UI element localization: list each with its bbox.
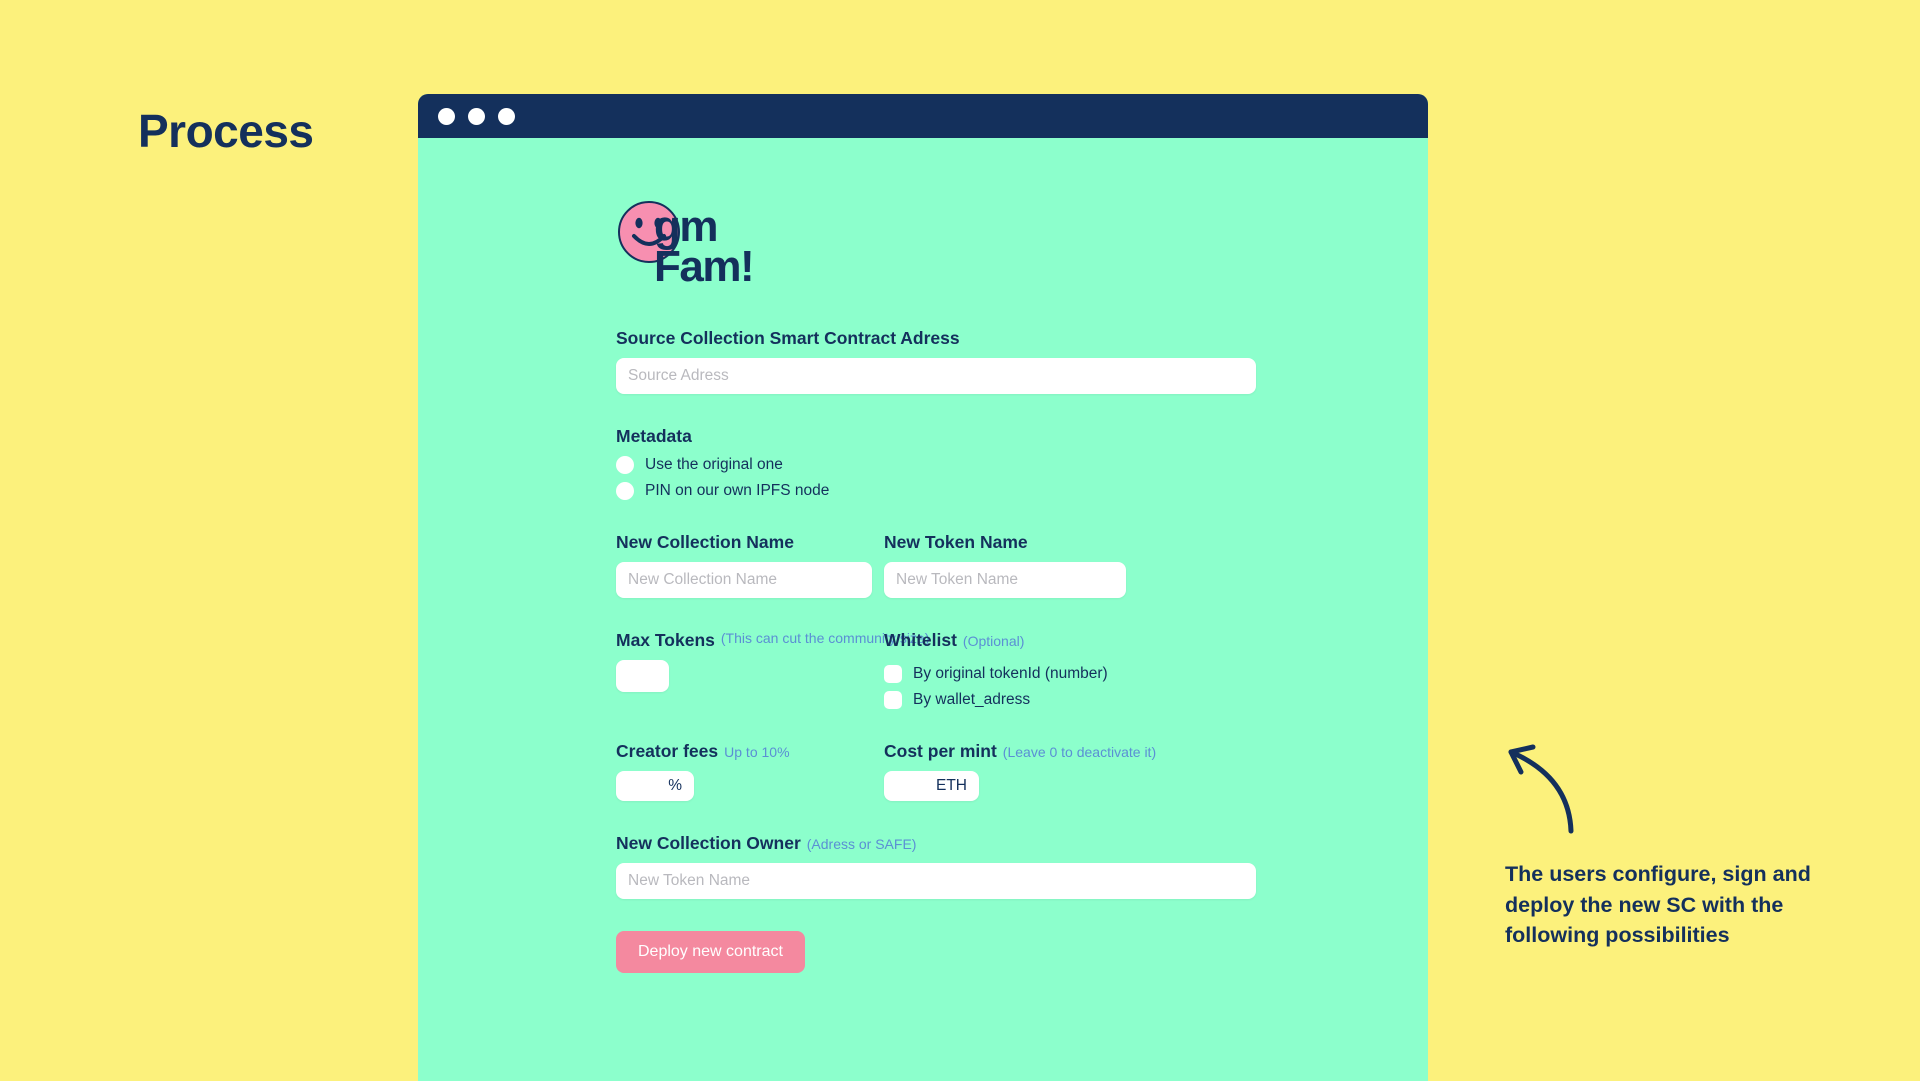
creator-fees-input[interactable]: % <box>616 771 694 801</box>
new-collection-name-input[interactable] <box>616 562 872 598</box>
app-logo[interactable]: gm Fam! <box>618 201 868 306</box>
creator-fees-hint: Up to 10% <box>724 744 790 760</box>
max-tokens-input[interactable] <box>616 660 669 692</box>
metadata-group: Metadata Use the original one PIN on our… <box>616 426 1256 500</box>
whitelist-option-tokenid[interactable]: By original tokenId (number) <box>884 665 1126 683</box>
metadata-option-ipfs[interactable]: PIN on our own IPFS node <box>616 482 1256 500</box>
max-tokens-label-text: Max Tokens <box>616 630 715 650</box>
cost-per-mint-input[interactable]: ETH <box>884 771 979 801</box>
app-logo-text: gm Fam! <box>654 202 755 292</box>
window-dot-close[interactable] <box>438 107 455 125</box>
fees-cost-row: Creator fees Up to 10% % Cost per mint (Le… <box>616 741 1256 801</box>
new-collection-owner-label-text: New Collection Owner <box>616 833 801 853</box>
tokens-whitelist-row: Max Tokens (This can cut the community si… <box>616 630 1256 709</box>
new-collection-owner-field: New Collection Owner (Adress or SAFE) <box>616 833 1256 899</box>
names-row: New Collection Name New Token Name <box>616 532 1256 598</box>
cost-per-mint-label: Cost per mint (Leave 0 to deactivate it) <box>884 741 1156 762</box>
source-contract-label: Source Collection Smart Contract Adress <box>616 328 960 348</box>
whitelist-label-text: Whitelist <box>884 630 957 650</box>
window-dot-maximize[interactable] <box>498 107 515 125</box>
whitelist-hint: (Optional) <box>962 633 1025 649</box>
new-token-name-label: New Token Name <box>884 532 1028 552</box>
source-contract-input[interactable] <box>616 358 1256 394</box>
curved-arrow-up-left-icon <box>1508 744 1574 834</box>
new-collection-owner-label: New Collection Owner (Adress or SAFE) <box>616 833 1256 854</box>
source-contract-field: Source Collection Smart Contract Adress <box>616 328 1256 394</box>
metadata-option-original-label: Use the original one <box>645 456 783 473</box>
max-tokens-hint: (This can cut the community size) <box>720 630 930 646</box>
cost-per-mint-unit: ETH <box>936 777 967 794</box>
page-viewport: gm Fam! Source Collection Smart Contract… <box>418 138 1428 1081</box>
whitelist-option-tokenid-label: By original tokenId (number) <box>913 665 1108 682</box>
new-collection-owner-hint: (Adress or SAFE) <box>806 836 917 852</box>
page-title: Process <box>138 105 314 157</box>
metadata-option-ipfs-label: PIN on our own IPFS node <box>645 482 830 499</box>
whitelist-option-wallet-label: By wallet_adress <box>913 691 1031 708</box>
new-collection-name-field: New Collection Name <box>616 532 872 598</box>
max-tokens-label: Max Tokens (This can cut the community si… <box>616 630 930 651</box>
window-dot-minimize[interactable] <box>468 107 485 125</box>
annotation-text: The users configure, sign and deploy the… <box>1505 862 1811 948</box>
deploy-new-contract-button[interactable]: Deploy new contract <box>616 931 805 973</box>
new-token-name-field: New Token Name <box>884 532 1126 598</box>
checkbox-icon[interactable] <box>884 665 902 683</box>
cost-per-mint-hint: (Leave 0 to deactivate it) <box>1002 744 1157 760</box>
app-logo-line2: Fam! <box>654 242 755 292</box>
max-tokens-field: Max Tokens (This can cut the community si… <box>616 630 930 709</box>
cost-per-mint-label-text: Cost per mint <box>884 741 997 761</box>
metadata-label: Metadata <box>616 426 692 446</box>
whitelist-label: Whitelist (Optional) <box>884 630 1126 651</box>
metadata-option-original[interactable]: Use the original one <box>616 456 1256 474</box>
browser-titlebar <box>418 94 1428 138</box>
app-logo-line1: gm <box>654 202 719 251</box>
creator-fees-unit: % <box>668 777 682 794</box>
browser-window: gm Fam! Source Collection Smart Contract… <box>418 94 1428 1081</box>
cost-per-mint-field: Cost per mint (Leave 0 to deactivate it) … <box>884 741 1156 801</box>
creator-fees-label: Creator fees Up to 10% <box>616 741 872 762</box>
whitelist-group: Whitelist (Optional) By original tokenId … <box>884 630 1126 709</box>
radio-icon[interactable] <box>616 482 634 500</box>
creator-fees-label-text: Creator fees <box>616 741 719 761</box>
new-collection-name-label: New Collection Name <box>616 532 794 552</box>
new-collection-owner-input[interactable] <box>616 863 1256 899</box>
checkbox-icon[interactable] <box>884 691 902 709</box>
whitelist-option-wallet[interactable]: By wallet_adress <box>884 691 1126 709</box>
new-token-name-input[interactable] <box>884 562 1126 598</box>
creator-fees-field: Creator fees Up to 10% % <box>616 741 872 801</box>
radio-icon[interactable] <box>616 456 634 474</box>
deploy-contract-form: Source Collection Smart Contract Adress … <box>616 328 1256 973</box>
